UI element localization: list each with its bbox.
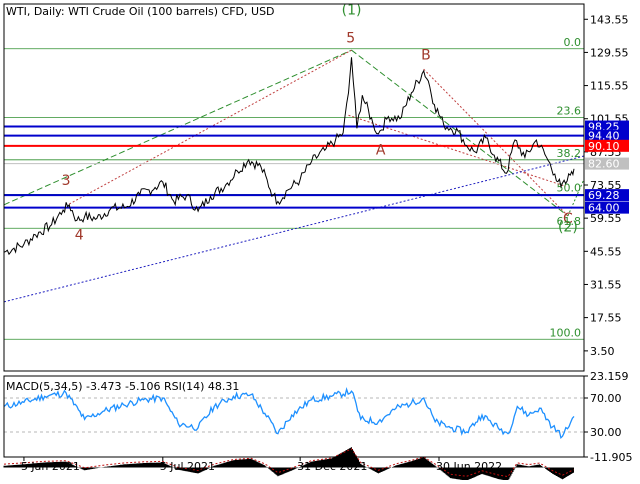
fibonacci-label: 0.0 [564,36,582,49]
ind-y-tick-label: -11.905 [590,451,632,464]
price-tag-label: 82.60 [588,158,620,171]
fibonacci-label: 100.0 [550,326,582,339]
chart-title: WTI, Daily: WTI Crude Oil (100 barrels) … [6,5,275,18]
x-tick-label: 5 Jan 2021 [21,460,80,473]
ind-y-tick-label: 23.159 [590,370,629,383]
price-tag-label: 90.10 [588,140,620,153]
y-tick-label: 143.55 [590,13,629,26]
x-tick-label: 31 Dec 2021 [297,460,367,473]
indicator-title: MACD(5,34,5) -3.473 -5.106 RSI(14) 48.31 [6,380,239,393]
wave-label: (1) [342,3,362,19]
y-tick-label: 31.55 [590,278,622,291]
price-tag-label: 69.28 [588,189,620,202]
x-tick-label: 5 Jul 2021 [160,460,215,473]
wave-label: 4 [75,228,84,244]
fibonacci-label: 23.6 [557,105,582,118]
ind-y-tick-label: 70.00 [590,392,622,405]
y-tick-label: 3.50 [590,345,615,358]
y-tick-label: 17.55 [590,312,622,325]
y-tick-label: 129.55 [590,46,629,59]
fibonacci-label: 38.2 [557,147,582,160]
wave-label: A [376,142,386,158]
wave-label: (2) [558,219,578,235]
y-tick-label: 115.55 [590,80,629,93]
ind-y-tick-label: 30.00 [590,426,622,439]
wave-label: 5 [346,30,355,46]
wave-label: 3 [62,173,71,189]
wave-label: B [421,48,431,64]
price-tag-label: 64.00 [588,202,620,215]
chart-svg: 0.023.638.250.061.8100.0(1)5BA34C(2) 143… [0,0,640,482]
x-tick-label: 30 Jun 2022 [436,460,502,473]
y-tick-label: 45.55 [590,245,622,258]
chart-window: 0.0 23.6 38.2 50.0 61.8 100.0 (1) 5 B A 3 4 C (2) 143… [0,0,640,482]
